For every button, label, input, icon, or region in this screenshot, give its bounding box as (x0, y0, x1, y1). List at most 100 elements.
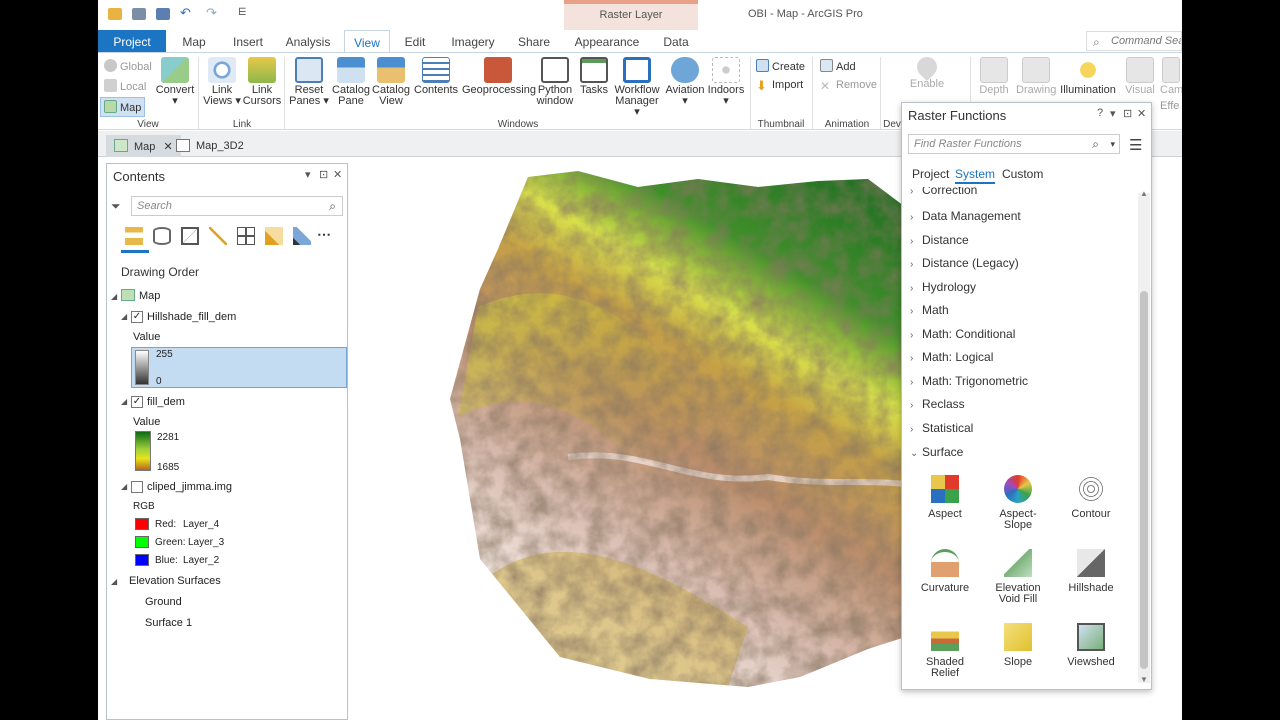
enable-device-button[interactable]: Enable (906, 52, 948, 90)
layer-visibility-checkbox[interactable]: ✓ (131, 311, 143, 323)
tab-insert[interactable]: Insert (226, 30, 270, 52)
remove-keyframe-button[interactable]: ✕ Remove (820, 79, 877, 93)
tab-data[interactable]: Data (658, 30, 694, 52)
import-thumbnail-button[interactable]: ⬇ Import (756, 79, 803, 92)
auto-hide-icon[interactable]: ⊡ (319, 168, 328, 181)
workflow-manager-button[interactable]: Workflow Manager ▾ (612, 57, 662, 118)
redo-icon[interactable]: ↷ (206, 5, 220, 20)
catalog-pane-button[interactable]: Catalog Pane (332, 57, 370, 107)
rf-viewshed[interactable]: Viewshed (1059, 623, 1123, 668)
layer-fill-dem[interactable]: fill_dem (147, 396, 185, 408)
layer-cliped-jimma[interactable]: cliped_jimma.img (147, 481, 232, 493)
drawing-button[interactable]: Drawing (1016, 57, 1056, 96)
indoors-button[interactable]: Indoors ▾ (706, 57, 746, 107)
list-by-drawing-order-icon[interactable] (125, 227, 143, 245)
rf-cat-math[interactable]: › Math (910, 303, 949, 317)
tab-edit[interactable]: Edit (400, 30, 430, 52)
tree-surface-1[interactable]: Surface 1 (145, 617, 192, 629)
illumination-button[interactable]: Illumination (1058, 57, 1118, 96)
camera-effects-button[interactable]: Cam (1160, 57, 1182, 96)
pane-options-icon[interactable]: ▾ (1110, 107, 1116, 120)
map-button[interactable]: Map (100, 97, 146, 117)
scroll-up-icon[interactable]: ▲ (1140, 189, 1148, 198)
list-by-labeling-icon[interactable] (265, 227, 283, 245)
tree-map[interactable]: Map (139, 290, 160, 302)
list-by-perspective-imagery-icon[interactable] (293, 227, 311, 245)
tab-share[interactable]: Share (516, 30, 552, 52)
tab-map[interactable]: Map (174, 30, 214, 52)
rf-tab-custom[interactable]: Custom (1002, 167, 1043, 181)
link-views-button[interactable]: Link Views ▾ (202, 57, 242, 107)
layer-visibility-checkbox[interactable] (131, 481, 143, 493)
rf-cat-math-trigonometric[interactable]: › Math: Trigonometric (910, 374, 1028, 388)
add-keyframe-button[interactable]: Add (820, 59, 856, 73)
new-project-icon[interactable] (108, 8, 122, 20)
tree-elevation-surfaces[interactable]: Elevation Surfaces (129, 575, 221, 587)
tasks-button[interactable]: Tasks (576, 57, 612, 96)
menu-icon[interactable]: ☰ (1129, 136, 1142, 154)
create-thumbnail-button[interactable]: Create (756, 59, 805, 73)
collapse-icon[interactable]: ◢ (121, 482, 127, 491)
undo-icon[interactable]: ↶ (180, 5, 194, 20)
rf-cat-correction[interactable]: › Correction (910, 187, 977, 197)
rf-cat-reclass[interactable]: › Reclass (910, 397, 965, 411)
hillshade-legend-selected[interactable]: 255 0 (131, 347, 347, 388)
rf-contour[interactable]: Contour (1059, 475, 1123, 520)
list-by-selection-icon[interactable] (181, 227, 199, 245)
reset-panes-button[interactable]: Reset Panes ▾ (288, 57, 330, 107)
link-cursors-button[interactable]: Link Cursors (242, 57, 282, 107)
rf-cat-distance[interactable]: › Distance (910, 233, 969, 247)
rf-elevation-void-fill[interactable]: Elevation Void Fill (986, 549, 1050, 605)
rf-cat-hydrology[interactable]: › Hydrology (910, 280, 976, 294)
tab-view[interactable]: View (344, 30, 390, 52)
global-button[interactable]: Global (104, 59, 152, 73)
local-button[interactable]: Local (104, 79, 146, 93)
layer-visibility-checkbox[interactable]: ✓ (131, 396, 143, 408)
raster-functions-search-input[interactable]: Find Raster Functions ⌕ ▾ (908, 134, 1120, 154)
view-tab-map-3d2[interactable]: Map_3D2 (168, 135, 252, 157)
tab-appearance[interactable]: Appearance (572, 30, 642, 52)
scroll-down-icon[interactable]: ▼ (1140, 675, 1148, 684)
collapse-icon[interactable]: ◢ (121, 312, 127, 321)
collapse-icon[interactable]: ◢ (111, 577, 117, 586)
rf-cat-data-management[interactable]: › Data Management (910, 209, 1021, 223)
python-window-button[interactable]: Python window (534, 57, 576, 107)
rf-cat-distance-legacy[interactable]: › Distance (Legacy) (910, 256, 1019, 270)
rf-tab-system[interactable]: System (955, 167, 996, 184)
tree-ground[interactable]: Ground (145, 596, 182, 608)
convert-button[interactable]: Convert ▾ (154, 57, 196, 107)
list-by-editing-icon[interactable] (209, 227, 227, 245)
rf-hillshade[interactable]: Hillshade (1059, 549, 1123, 594)
rf-scrollbar-thumb[interactable] (1140, 291, 1148, 669)
rf-curvature[interactable]: Curvature (913, 549, 977, 594)
tab-imagery[interactable]: Imagery (448, 30, 498, 52)
close-icon[interactable]: ✕ (333, 168, 342, 181)
contents-button[interactable]: Contents (414, 57, 458, 96)
pane-options-icon[interactable]: ▾ (305, 168, 311, 181)
visual-effects-button[interactable]: Visual (1120, 57, 1160, 96)
tab-project[interactable]: Project (98, 30, 166, 52)
open-project-icon[interactable] (132, 8, 146, 20)
list-by-data-source-icon[interactable] (153, 227, 171, 245)
depth-button[interactable]: Depth (974, 57, 1014, 96)
save-icon[interactable] (156, 8, 170, 20)
catalog-view-button[interactable]: Catalog View (372, 57, 410, 107)
rf-slope[interactable]: Slope (986, 623, 1050, 668)
rf-aspect[interactable]: Aspect (913, 475, 977, 520)
auto-hide-icon[interactable]: ⊡ (1123, 107, 1132, 120)
tab-analysis[interactable]: Analysis (282, 30, 334, 52)
layer-hillshade-fill-dem[interactable]: Hillshade_fill_dem (147, 311, 236, 323)
aviation-button[interactable]: Aviation ▾ (664, 57, 706, 107)
rf-cat-surface[interactable]: ⌄ Surface (910, 445, 963, 459)
geoprocessing-button[interactable]: Geoprocessing (462, 57, 536, 96)
collapse-icon[interactable]: ◢ (121, 397, 127, 406)
rf-cat-math-conditional[interactable]: › Math: Conditional (910, 327, 1015, 341)
more-options-icon[interactable]: ⋯ (317, 226, 335, 244)
contents-search-input[interactable]: Search ⌕ (131, 196, 343, 216)
close-icon[interactable]: ✕ (1137, 107, 1146, 120)
list-by-snapping-icon[interactable] (237, 227, 255, 245)
rf-cat-statistical[interactable]: › Statistical (910, 421, 973, 435)
rf-cat-math-logical[interactable]: › Math: Logical (910, 350, 993, 364)
rf-aspect-slope[interactable]: Aspect-Slope (986, 475, 1050, 531)
help-icon[interactable]: ? (1097, 107, 1103, 119)
